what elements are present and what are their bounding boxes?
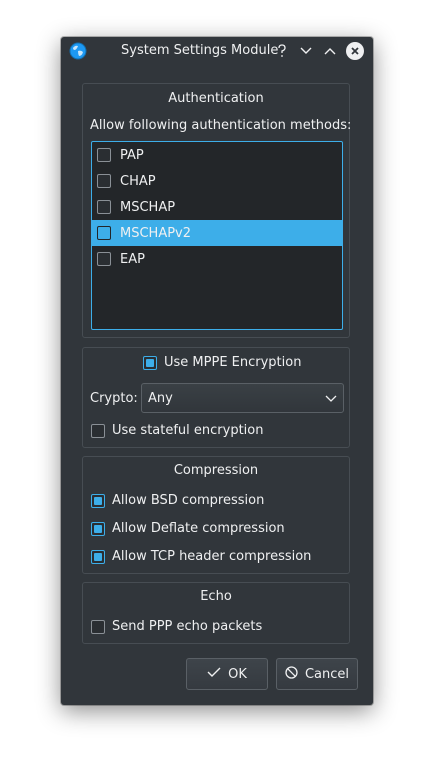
crypto-select[interactable]: Any: [141, 383, 344, 413]
eap-label: EAP: [120, 251, 145, 267]
mschapv2-label: MSCHAPv2: [120, 225, 192, 241]
auth-method-mschapv2[interactable]: MSCHAPv2: [92, 220, 342, 246]
pap-label: PAP: [120, 147, 144, 163]
mschapv2-checkbox[interactable]: [97, 226, 111, 240]
close-icon[interactable]: [346, 42, 364, 60]
title-bar[interactable]: System Settings Module: [61, 37, 373, 65]
auth-method-eap[interactable]: EAP: [92, 246, 342, 272]
chap-label: CHAP: [120, 173, 156, 189]
ok-button[interactable]: OK: [186, 658, 268, 690]
use-mppe-checkbox[interactable]: [143, 355, 157, 370]
tcp-compression-label: Allow TCP header compression: [112, 549, 312, 564]
authentication-prompt: Allow following authentication methods:: [90, 118, 352, 133]
pap-checkbox[interactable]: [97, 148, 111, 162]
minimize-icon[interactable]: [297, 42, 315, 60]
mppe-group: Use MPPE Encryption Crypto: Any Use stat…: [82, 347, 350, 448]
mschap-label: MSCHAP: [120, 199, 176, 215]
compression-title: Compression: [173, 463, 259, 478]
eap-checkbox[interactable]: [97, 252, 111, 266]
crypto-value: Any: [148, 390, 173, 406]
cancel-button[interactable]: Cancel: [276, 658, 358, 690]
echo-title: Echo: [200, 589, 232, 604]
help-icon[interactable]: [273, 42, 291, 60]
tcp-compression-checkbox[interactable]: [91, 549, 105, 564]
ppp-echo-label: Send PPP echo packets: [112, 619, 263, 634]
use-mppe-label: Use MPPE Encryption: [164, 355, 302, 370]
window-title: System Settings Module: [121, 43, 279, 58]
auth-method-chap[interactable]: CHAP: [92, 168, 342, 194]
tcp-compression-row[interactable]: Allow TCP header compression: [91, 549, 311, 564]
chevron-down-icon: [325, 392, 337, 408]
bsd-compression-checkbox[interactable]: [91, 493, 105, 508]
compression-group: Compression Allow BSD compression Allow …: [82, 456, 350, 574]
echo-group: Echo Send PPP echo packets: [82, 582, 350, 644]
cancel-label: Cancel: [304, 666, 350, 682]
ok-label: OK: [228, 666, 247, 682]
stateful-encryption-row[interactable]: Use stateful encryption: [91, 423, 264, 438]
maximize-icon[interactable]: [321, 42, 339, 60]
ppp-echo-checkbox[interactable]: [91, 619, 105, 634]
auth-method-mschap[interactable]: MSCHAP: [92, 194, 342, 220]
bsd-compression-label: Allow BSD compression: [112, 493, 265, 508]
mschap-checkbox[interactable]: [97, 200, 111, 214]
settings-dialog: System Settings Module Authentication Al…: [61, 37, 373, 705]
crypto-label: Crypto:: [90, 391, 138, 406]
stateful-encryption-checkbox[interactable]: [91, 423, 105, 438]
cancel-icon: [285, 665, 298, 683]
deflate-compression-label: Allow Deflate compression: [112, 521, 285, 536]
ppp-echo-row[interactable]: Send PPP echo packets: [91, 619, 262, 634]
auth-methods-list[interactable]: PAP CHAP MSCHAP MSCHAPv2 EAP: [91, 141, 343, 330]
auth-method-pap[interactable]: PAP: [92, 142, 342, 168]
authentication-title: Authentication: [168, 91, 264, 106]
use-mppe-row[interactable]: Use MPPE Encryption: [143, 355, 301, 370]
checkmark-icon: [207, 666, 221, 682]
authentication-group: Authentication Allow following authentic…: [82, 83, 352, 338]
bsd-compression-row[interactable]: Allow BSD compression: [91, 493, 264, 508]
deflate-compression-checkbox[interactable]: [91, 521, 105, 536]
chap-checkbox[interactable]: [97, 174, 111, 188]
deflate-compression-row[interactable]: Allow Deflate compression: [91, 521, 285, 536]
stateful-encryption-label: Use stateful encryption: [112, 423, 264, 438]
globe-icon: [69, 42, 87, 60]
